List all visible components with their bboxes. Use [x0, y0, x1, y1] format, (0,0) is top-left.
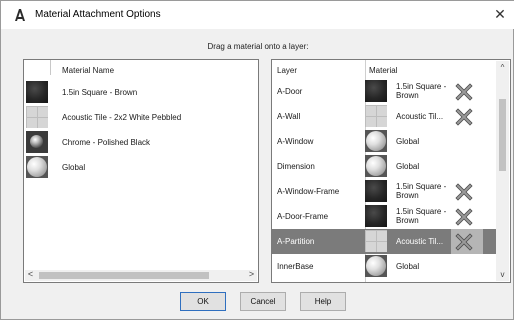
layer-name: InnerBase	[277, 262, 314, 271]
layer-name: A-Partition	[277, 237, 315, 246]
layer-name: A-Wall	[277, 112, 301, 121]
material-swatch-icon	[365, 205, 387, 227]
header-separator	[50, 60, 51, 75]
detach-x-icon[interactable]	[453, 81, 475, 103]
window-title: Material Attachment Options	[35, 9, 161, 20]
material-name: Global	[396, 162, 420, 171]
layer-row[interactable]: InnerBase Global	[272, 254, 496, 279]
layer-row[interactable]: A-Door-Frame 1.5in Square - Brown	[272, 204, 496, 229]
material-item-label: Acoustic Tile - 2x2 White Pebbled	[62, 113, 182, 122]
help-button[interactable]: Help	[300, 292, 346, 311]
detach-x-icon[interactable]	[453, 206, 475, 228]
material-swatch-icon	[26, 131, 48, 153]
material-name: Global	[396, 137, 420, 146]
layer-name: A-Window	[277, 137, 314, 146]
layer-name: A-Door	[277, 87, 303, 96]
material-item[interactable]: Chrome - Polished Black	[25, 131, 257, 153]
instruction-text: Drag a material onto a layer:	[207, 42, 309, 51]
material-swatch-icon	[365, 80, 387, 102]
material-name-header[interactable]: Material Name	[62, 66, 114, 75]
layer-row[interactable]: A-Partition Acoustic Til...	[272, 229, 496, 254]
scroll-up-icon[interactable]: ^	[496, 63, 509, 72]
material-name: Global	[396, 262, 420, 271]
vertical-scrollbar[interactable]: ^ v	[496, 61, 509, 281]
layer-name: Dimension	[277, 162, 315, 171]
layer-name: A-Window-Frame	[277, 187, 340, 196]
scroll-thumb[interactable]	[499, 99, 506, 171]
material-swatch-icon	[26, 156, 48, 178]
scroll-right-icon[interactable]: >	[246, 269, 257, 279]
close-icon[interactable]: ✕	[493, 6, 507, 23]
material-swatch-icon	[365, 105, 387, 127]
material-item[interactable]: 1.5in Square - Brown	[25, 81, 257, 103]
scroll-left-icon[interactable]: <	[25, 269, 36, 279]
material-swatch-icon	[365, 230, 387, 252]
layer-row[interactable]: A-Wall Acoustic Til...	[272, 104, 496, 129]
material-swatch-icon	[26, 81, 48, 103]
layer-row[interactable]: A-Window Global	[272, 129, 496, 154]
cancel-button[interactable]: Cancel	[240, 292, 286, 311]
material-swatch-icon	[365, 180, 387, 202]
material-swatch-icon	[365, 155, 387, 177]
material-item-label: Global	[62, 163, 86, 172]
material-attachment-dialog: Material Attachment Options ✕ Drag a mat…	[0, 0, 514, 320]
material-item-label: Chrome - Polished Black	[62, 138, 151, 147]
autocad-app-icon	[13, 8, 27, 22]
layer-column-header[interactable]: Layer	[277, 66, 297, 75]
material-item[interactable]: Acoustic Tile - 2x2 White Pebbled	[25, 106, 257, 128]
title-bar: Material Attachment Options ✕	[1, 1, 514, 29]
horizontal-scrollbar[interactable]: < >	[25, 269, 257, 281]
layer-row[interactable]: A-Door 1.5in Square - Brown	[272, 79, 496, 104]
scroll-thumb[interactable]	[39, 272, 209, 279]
detach-x-icon[interactable]	[453, 231, 475, 253]
scroll-down-icon[interactable]: v	[496, 270, 509, 279]
material-name: 1.5in Square - Brown	[396, 82, 447, 100]
layers-table[interactable]: Layer Material A-Door 1.5in Square - Brow…	[271, 59, 511, 283]
layer-name: A-Door-Frame	[277, 212, 329, 221]
material-swatch-icon	[26, 106, 48, 128]
detach-x-icon[interactable]	[453, 181, 475, 203]
ok-button[interactable]: OK	[180, 292, 226, 311]
materials-list[interactable]: Material Name 1.5in Square - Brown Acous…	[23, 59, 259, 283]
material-item[interactable]: Global	[25, 156, 257, 178]
layer-row[interactable]: A-Window-Frame 1.5in Square - Brown	[272, 179, 496, 204]
material-swatch-icon	[365, 130, 387, 152]
material-item-label: 1.5in Square - Brown	[62, 88, 138, 97]
detach-x-icon[interactable]	[453, 106, 475, 128]
material-column-header[interactable]: Material	[369, 66, 397, 75]
layer-row[interactable]: Dimension Global	[272, 154, 496, 179]
material-name: Acoustic Til...	[396, 237, 444, 246]
material-name: 1.5in Square - Brown	[396, 207, 447, 225]
material-name: Acoustic Til...	[396, 112, 444, 121]
material-swatch-icon	[365, 255, 387, 277]
material-name: 1.5in Square - Brown	[396, 182, 447, 200]
